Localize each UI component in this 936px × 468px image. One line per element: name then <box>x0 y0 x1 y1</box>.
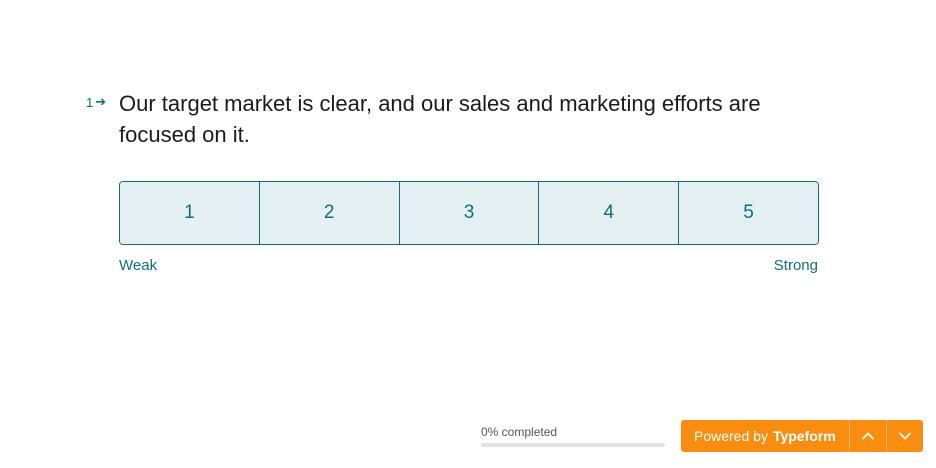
scale-option-1[interactable]: 1 <box>120 182 260 244</box>
next-question-button[interactable] <box>886 420 923 452</box>
progress-indicator: 0% completed <box>481 425 665 447</box>
scale-option-3[interactable]: 3 <box>399 182 540 244</box>
previous-question-button[interactable] <box>849 420 886 452</box>
powered-by-prefix: Powered by <box>694 428 768 444</box>
arrow-right-icon: ➔ <box>95 94 107 109</box>
powered-by-typeform-link[interactable]: Powered by Typeform <box>681 420 849 452</box>
question-number-value: 1 <box>86 94 94 110</box>
progress-track <box>481 443 665 447</box>
scale-option-2[interactable]: 2 <box>259 182 400 244</box>
question-title: Our target market is clear, and our sale… <box>119 91 761 147</box>
question-number: 1 ➔ <box>86 94 106 110</box>
chevron-down-icon <box>899 432 911 440</box>
scale-option-4[interactable]: 4 <box>539 182 680 244</box>
footer-bar: Powered by Typeform <box>681 420 923 452</box>
scale-option-5[interactable]: 5 <box>679 182 818 244</box>
chevron-up-icon <box>862 432 874 440</box>
scale-right-label: Strong <box>773 257 818 274</box>
typeform-brand: Typeform <box>772 428 836 444</box>
scale-left-label: Weak <box>119 257 158 274</box>
opinion-scale: 1 2 3 4 5 <box>119 181 819 245</box>
progress-text: 0% completed <box>481 425 558 439</box>
